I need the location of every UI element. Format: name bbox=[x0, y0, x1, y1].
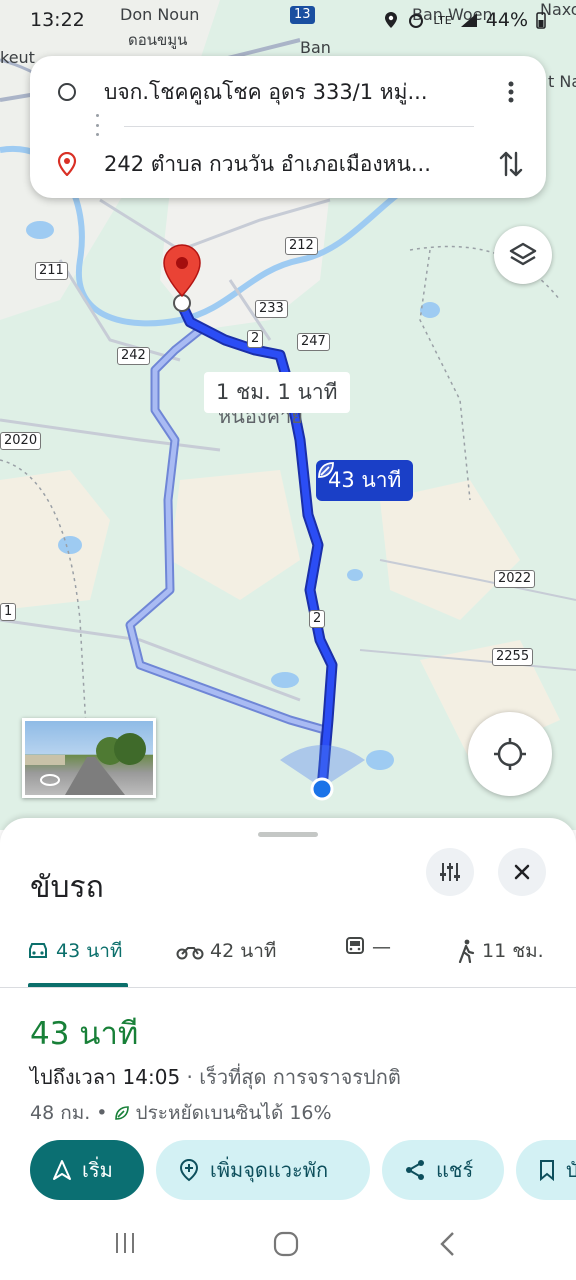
home-button[interactable] bbox=[272, 1230, 300, 1262]
status-bar: 13:22 LTE 44% bbox=[0, 0, 576, 40]
map-label: t Na bbox=[548, 72, 576, 91]
walk-icon bbox=[458, 939, 475, 963]
main-route-time-text: 43 นาที bbox=[328, 468, 402, 492]
road-shield: 2255 bbox=[492, 648, 534, 666]
sheet-title: ขับรถ bbox=[30, 870, 104, 905]
road-shield: 242 bbox=[117, 347, 150, 365]
fuel-saving: ประหยัดเบนซินได้ 16% bbox=[135, 1102, 332, 1124]
tab-transit[interactable]: — bbox=[344, 936, 391, 958]
rotate-360-icon bbox=[40, 774, 60, 786]
add-location-icon bbox=[179, 1158, 199, 1182]
arrival-time: ไปถึงเวลา 14:05 bbox=[30, 1065, 181, 1089]
close-button[interactable] bbox=[498, 848, 546, 896]
route-connector bbox=[96, 114, 100, 136]
save-label: บันทึก bbox=[566, 1158, 576, 1182]
my-location-icon bbox=[494, 738, 526, 770]
tab-label: — bbox=[372, 936, 391, 958]
navigation-arrow-icon bbox=[53, 1160, 71, 1180]
status-time: 13:22 bbox=[30, 9, 85, 31]
separator-bullet: • bbox=[96, 1102, 108, 1124]
map-label: Ban bbox=[300, 38, 331, 57]
share-label: แชร์ bbox=[436, 1158, 474, 1182]
car-icon bbox=[29, 943, 47, 958]
destination-field[interactable]: 242 ตำบล กวนวัน อำเภอเมืองหน... bbox=[104, 148, 476, 181]
my-location-button[interactable] bbox=[468, 712, 552, 796]
road-shield: 211 bbox=[35, 262, 68, 280]
motorcycle-icon bbox=[176, 947, 204, 960]
distance-info: 48 กม. • ประหยัดเบนซินได้ 16% bbox=[30, 1098, 332, 1128]
route-duration: 43 นาที bbox=[30, 1016, 139, 1052]
back-icon bbox=[440, 1232, 454, 1256]
battery-percent: 44% bbox=[485, 9, 528, 31]
signal-icon bbox=[460, 13, 477, 27]
map-label: keut bbox=[0, 48, 35, 67]
road-shield: 1 bbox=[0, 603, 17, 621]
location-status-icon bbox=[385, 12, 398, 28]
destination-row[interactable]: 242 ตำบล กวนวัน อำเภอเมืองหน... bbox=[30, 138, 546, 190]
home-icon bbox=[273, 1231, 299, 1257]
arrival-info: ไปถึงเวลา 14:05 · เร็วที่สุด การจราจรปกต… bbox=[30, 1061, 401, 1093]
more-vert-icon[interactable] bbox=[507, 80, 515, 104]
road-shield: 233 bbox=[255, 300, 288, 318]
arrival-note: · เร็วที่สุด การจราจรปกติ bbox=[180, 1065, 401, 1089]
drag-handle[interactable] bbox=[258, 832, 318, 837]
tab-walk[interactable]: 11 ชม. bbox=[456, 936, 544, 966]
layers-button[interactable] bbox=[494, 226, 552, 284]
network-type: LTE bbox=[433, 13, 452, 27]
action-buttons: เริ่ม เพิ่มจุดแวะพัก แชร์ บันทึก bbox=[30, 1140, 576, 1200]
road-shield: 2 bbox=[309, 610, 326, 628]
tune-icon bbox=[440, 863, 460, 881]
recents-button[interactable] bbox=[112, 1230, 138, 1260]
add-stop-button[interactable]: เพิ่มจุดแวะพัก bbox=[156, 1140, 370, 1200]
route-options-button[interactable] bbox=[426, 848, 474, 896]
save-button[interactable]: บันทึก bbox=[516, 1140, 576, 1200]
tab-drive[interactable]: 43 นาที bbox=[26, 936, 122, 966]
transit-icon bbox=[346, 937, 364, 954]
swap-icon[interactable] bbox=[498, 149, 524, 179]
alt-route-time-label[interactable]: 1 ชม. 1 นาที bbox=[204, 372, 350, 413]
road-shield: 212 bbox=[285, 237, 318, 255]
main-route-time-label[interactable]: 43 นาที bbox=[316, 460, 414, 501]
origin-row[interactable]: บจก.โชคคูณโชค อุดร 333/1 หมู่... bbox=[30, 66, 546, 118]
origin-field[interactable]: บจก.โชคคูณโชค อุดร 333/1 หมู่... bbox=[104, 76, 476, 109]
destination-pin-icon bbox=[57, 152, 77, 176]
road-shield: 2020 bbox=[0, 432, 42, 450]
tab-label: 43 นาที bbox=[56, 940, 123, 962]
start-button[interactable]: เริ่ม bbox=[30, 1140, 144, 1200]
alarm-status-icon bbox=[409, 14, 424, 28]
tab-motorcycle[interactable]: 42 นาที bbox=[176, 936, 276, 966]
street-view-thumbnail[interactable] bbox=[22, 718, 156, 798]
road-shield: 2022 bbox=[494, 570, 536, 588]
battery-icon bbox=[536, 12, 546, 29]
bookmark-icon bbox=[540, 1160, 554, 1181]
divider bbox=[124, 126, 474, 127]
tab-label: 42 นาที bbox=[210, 940, 277, 962]
recents-icon bbox=[116, 1233, 134, 1253]
tab-label: 11 ชม. bbox=[482, 940, 544, 962]
eco-leaf-icon bbox=[114, 1106, 129, 1120]
origin-icon bbox=[58, 83, 76, 101]
road-shield: 2 bbox=[247, 330, 264, 348]
share-icon bbox=[406, 1160, 424, 1180]
route-card: บจก.โชคคูณโชค อุดร 333/1 หมู่... 242 ตำบ… bbox=[30, 56, 546, 198]
road-shield: 247 bbox=[297, 333, 330, 351]
route-distance: 48 กม. bbox=[30, 1102, 91, 1124]
close-icon bbox=[514, 864, 530, 880]
share-button[interactable]: แชร์ bbox=[382, 1140, 504, 1200]
divider bbox=[0, 987, 576, 988]
eco-leaf-icon bbox=[318, 462, 334, 478]
start-label: เริ่ม bbox=[82, 1158, 113, 1182]
layers-icon bbox=[509, 242, 537, 266]
add-stop-label: เพิ่มจุดแวะพัก bbox=[210, 1158, 329, 1182]
back-button[interactable] bbox=[436, 1230, 460, 1262]
current-location-dot bbox=[310, 777, 334, 801]
system-nav-bar bbox=[0, 1210, 576, 1280]
